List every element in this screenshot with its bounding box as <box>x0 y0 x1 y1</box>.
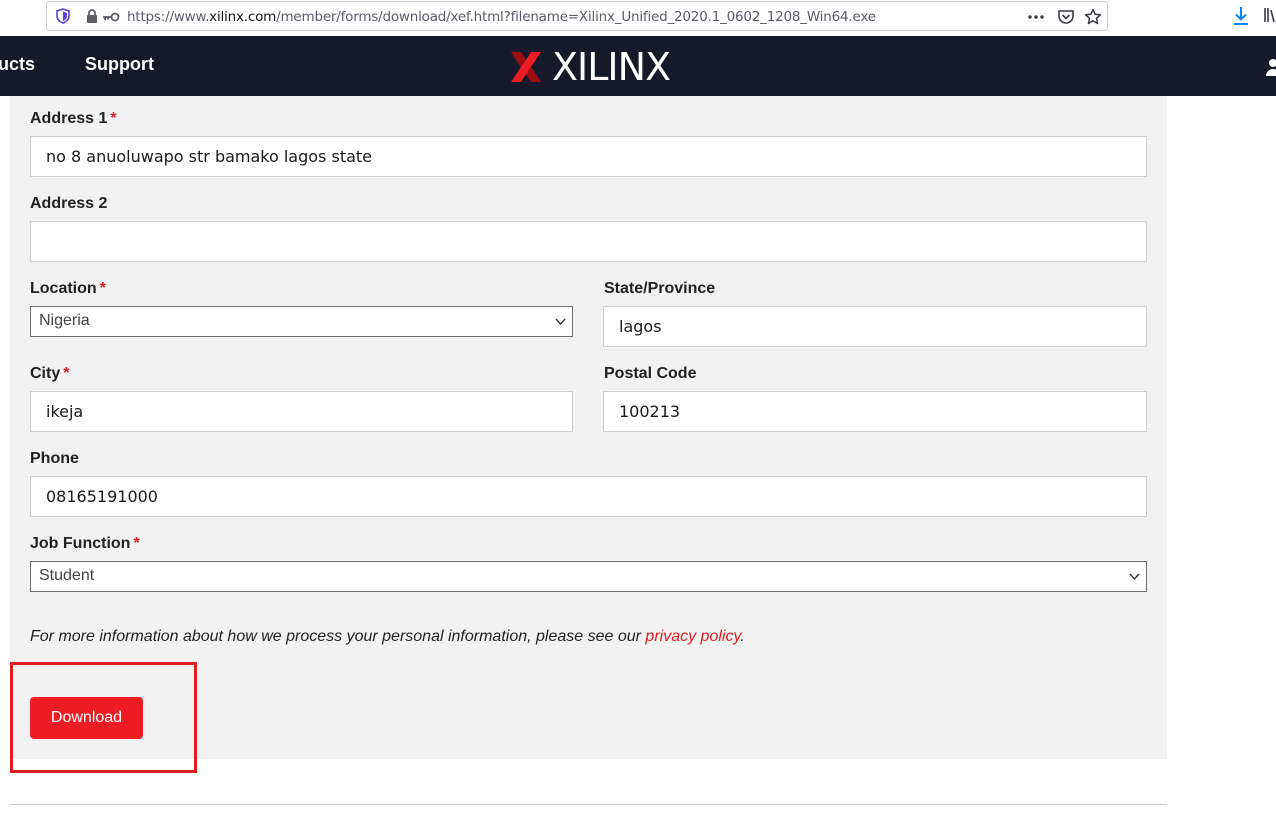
url-prefix: https://www. <box>127 9 210 25</box>
pocket-icon[interactable] <box>1057 8 1075 26</box>
url-host: xilinx.com <box>209 9 277 25</box>
job-function-selected-value: Student <box>39 567 95 584</box>
privacy-note-text: For more information about how we proces… <box>30 628 646 645</box>
city-label: City * <box>30 365 69 383</box>
required-asterisk: * <box>110 110 117 127</box>
browser-toolbar: https://www.xilinx.com/member/forms/down… <box>0 0 1276 36</box>
chevron-down-icon <box>555 318 566 326</box>
tracking-shield-icon[interactable] <box>55 8 71 24</box>
nav-products[interactable]: ucts <box>0 54 35 75</box>
address1-label-text: Address 1 <box>30 110 108 127</box>
location-label-text: Location <box>30 280 97 297</box>
address2-label: Address 2 <box>30 195 108 212</box>
user-account-icon[interactable] <box>1266 58 1276 76</box>
location-label: Location * <box>30 280 106 298</box>
required-asterisk: * <box>63 365 70 382</box>
download-button[interactable]: Download <box>30 697 143 739</box>
address1-label: Address 1 * <box>30 110 117 128</box>
required-asterisk: * <box>99 280 106 297</box>
url-path: /member/forms/download/xef.html?filename… <box>276 9 876 25</box>
site-header: ucts Support XILINX <box>0 36 1276 96</box>
library-icon[interactable] <box>1264 7 1276 23</box>
phone-label: Phone <box>30 450 79 467</box>
job-function-select[interactable]: Student <box>30 561 1147 592</box>
postal-code-input[interactable]: 100213 <box>603 391 1147 432</box>
address2-input[interactable] <box>30 221 1147 262</box>
address-bar[interactable]: https://www.xilinx.com/member/forms/down… <box>46 1 1108 31</box>
postal-code-label: Postal Code <box>604 365 697 382</box>
nav-support[interactable]: Support <box>85 54 154 75</box>
city-label-text: City <box>30 365 61 382</box>
city-input[interactable]: ikeja <box>30 391 573 432</box>
phone-input[interactable]: 08165191000 <box>30 476 1147 517</box>
footer-divider <box>10 804 1167 805</box>
key-icon[interactable] <box>102 11 120 23</box>
required-asterisk: * <box>133 535 140 552</box>
bookmark-star-icon[interactable] <box>1084 8 1102 26</box>
job-function-label-text: Job Function <box>30 535 131 552</box>
address1-input[interactable]: no 8 anuoluwapo str bamako lagos state <box>30 136 1147 177</box>
lock-icon[interactable] <box>85 9 99 23</box>
url-text[interactable]: https://www.xilinx.com/member/forms/down… <box>127 9 876 25</box>
logo-text: XILINX <box>552 45 671 89</box>
location-select[interactable]: Nigeria <box>30 306 573 337</box>
privacy-note: For more information about how we proces… <box>30 628 745 646</box>
more-actions-icon[interactable] <box>1027 8 1045 26</box>
xilinx-logo[interactable]: XILINX <box>510 45 671 89</box>
downloads-icon[interactable] <box>1232 6 1250 26</box>
privacy-policy-link[interactable]: privacy policy <box>645 628 740 645</box>
job-function-label: Job Function * <box>30 535 140 553</box>
location-selected-value: Nigeria <box>39 312 90 329</box>
xilinx-logo-mark-icon <box>511 52 541 82</box>
state-label: State/Province <box>604 280 716 297</box>
state-input[interactable]: lagos <box>603 306 1147 347</box>
privacy-note-end: . <box>740 628 745 645</box>
chevron-down-icon <box>1129 573 1140 581</box>
